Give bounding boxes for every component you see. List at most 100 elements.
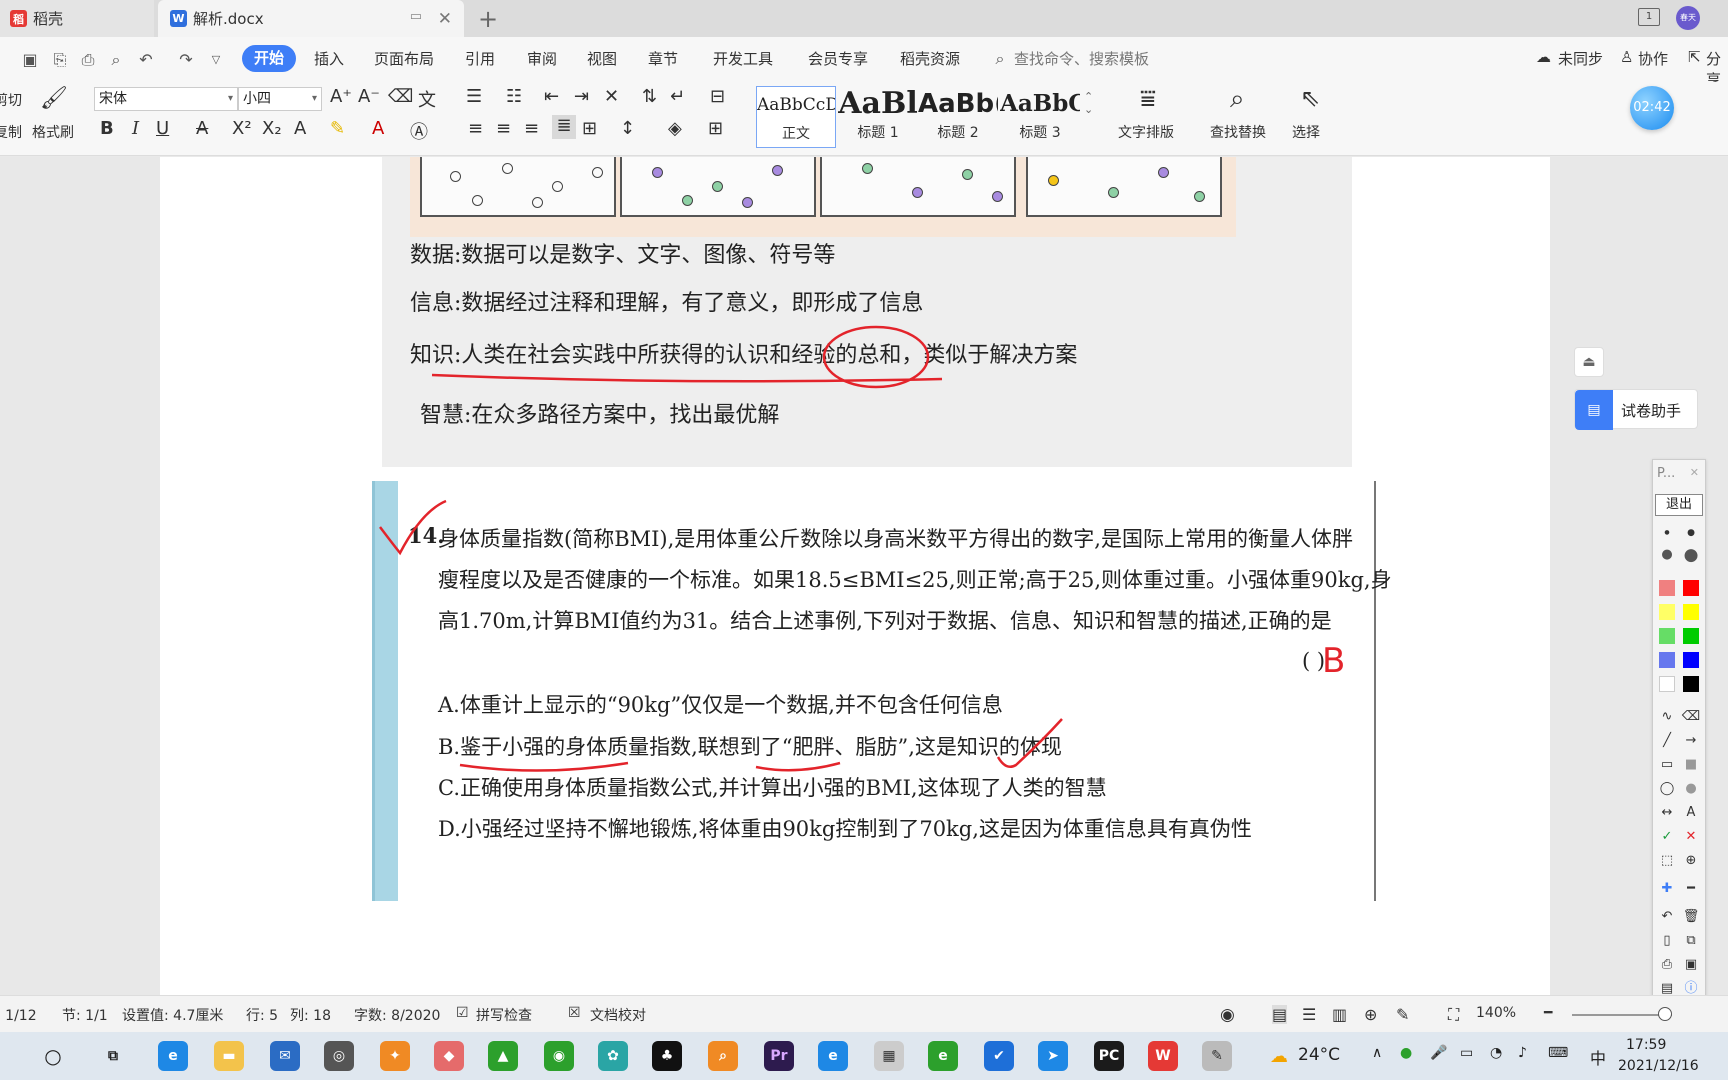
format-painter-label[interactable]: 格式刷 (32, 122, 74, 142)
web-view-icon[interactable]: ⊕ (1364, 1005, 1377, 1024)
menu-page-layout[interactable]: 页面布局 (374, 48, 434, 69)
undo-icon[interactable]: ↶ (1657, 908, 1677, 926)
filled-rectangle-icon[interactable]: ■ (1681, 756, 1701, 774)
style-heading-2[interactable]: AaBb( 标题 2 (918, 86, 998, 148)
print-preview-icon[interactable]: ⌕ (106, 50, 126, 70)
show-marks-icon[interactable]: ↵ (670, 86, 685, 107)
word-count[interactable]: 字数: 8/2020 (354, 1005, 440, 1025)
volume-icon[interactable]: ♪ (1518, 1045, 1527, 1061)
spellcheck-button[interactable]: 拼写检查 (476, 1005, 532, 1025)
find-replace-icon[interactable]: ⌕ (1230, 84, 1245, 115)
font-size-select[interactable]: 小四 ▾ (238, 87, 322, 111)
grow-font-icon[interactable]: A⁺ (330, 86, 352, 107)
color-swatch[interactable] (1659, 676, 1675, 692)
wps-icon[interactable]: W (1148, 1041, 1178, 1071)
clock-date[interactable]: 2021/12/16 (1618, 1058, 1699, 1074)
save-icon[interactable]: ▣ (1681, 956, 1701, 974)
menu-chapter[interactable]: 章节 (648, 48, 678, 69)
text-layout-icon[interactable]: ⩸ (1140, 84, 1156, 115)
fit-page-icon[interactable]: ⛶ (1448, 1005, 1459, 1025)
italic-icon[interactable]: I (132, 118, 139, 139)
new-page-icon[interactable]: ▯ (1657, 932, 1677, 950)
battery-icon[interactable]: ▭ (1460, 1045, 1473, 1061)
color-swatch[interactable] (1659, 652, 1675, 668)
ie-icon[interactable]: e (818, 1041, 848, 1071)
shrink-font-icon[interactable]: A⁻ (358, 86, 380, 107)
text-tool-icon[interactable]: A (1681, 804, 1701, 822)
double-arrow-icon[interactable]: ↔ (1657, 804, 1677, 822)
print-icon[interactable]: ⎙ (1657, 956, 1677, 974)
subscript-icon[interactable]: X₂ (262, 118, 282, 139)
zoom-level[interactable]: 140% (1476, 1005, 1516, 1021)
table-tools-icon[interactable]: ⊟ (710, 86, 725, 107)
check-mark-icon[interactable]: ✓ (1657, 828, 1677, 846)
sort-icon[interactable]: ⇅ (642, 86, 657, 107)
style-heading-1[interactable]: AaBl 标题 1 (838, 86, 918, 148)
menu-member[interactable]: 会员专享 (808, 48, 868, 69)
add-page-icon[interactable]: ✚ (1657, 880, 1677, 898)
underline-icon[interactable]: U (156, 118, 169, 139)
ime-indicator[interactable]: 中 (1590, 1045, 1606, 1069)
mail-icon[interactable]: ✉ (270, 1041, 300, 1071)
float-window-icon[interactable]: ▭ (410, 9, 422, 24)
proofread-button[interactable]: 文档校对 (590, 1005, 646, 1025)
color-swatch[interactable] (1683, 652, 1699, 668)
tray-expand-icon[interactable]: ∧ (1372, 1045, 1382, 1061)
collapse-icon[interactable]: ⏏ (1574, 347, 1604, 377)
collab-button[interactable]: 协作 (1638, 48, 1668, 69)
window-layout-icon[interactable]: 1 (1638, 8, 1660, 26)
phonetic-guide-icon[interactable]: 文 (418, 86, 436, 112)
line-spacing-icon[interactable]: ↕ (620, 118, 635, 139)
timer-badge[interactable]: 02:42 (1630, 86, 1674, 130)
strikethrough-icon[interactable]: A (196, 118, 208, 139)
text-layout-button[interactable]: 文字排版 (1118, 122, 1174, 142)
quick-access-dropdown-icon[interactable]: ▽ (206, 50, 226, 70)
wifi-icon[interactable]: ◔ (1490, 1045, 1502, 1061)
file-explorer-icon[interactable]: ▬ (214, 1041, 244, 1071)
filled-ellipse-icon[interactable]: ● (1681, 780, 1701, 798)
app-icon[interactable]: ✦ (380, 1041, 410, 1071)
clear-format-icon[interactable]: ⌫ (388, 86, 413, 107)
close-icon[interactable]: ✕ (1690, 466, 1699, 479)
numbered-list-icon[interactable]: ☷ (506, 86, 522, 107)
page-view-icon[interactable]: ▤ (1272, 1005, 1288, 1024)
print-icon[interactable]: ⎙ (78, 50, 98, 70)
weather-temp[interactable]: 24°C (1298, 1045, 1340, 1065)
paint-icon[interactable]: ✎ (1202, 1041, 1232, 1071)
app-icon[interactable]: ◆ (434, 1041, 464, 1071)
zoom-out-icon[interactable]: ━ (1544, 1005, 1552, 1021)
zoom-in-icon[interactable]: ⊕ (1681, 852, 1701, 870)
save-icon[interactable]: ▣ (20, 50, 40, 70)
close-icon[interactable]: ✕ (438, 9, 452, 29)
tray-app-icon[interactable]: ● (1400, 1045, 1412, 1061)
eye-protection-icon[interactable]: ◉ (1220, 1005, 1235, 1025)
redo-icon[interactable]: ↷ (176, 50, 196, 70)
align-left-icon[interactable]: ≡ (468, 118, 483, 139)
menu-view[interactable]: 视图 (587, 48, 617, 69)
pycharm-icon[interactable]: PC (1094, 1041, 1124, 1071)
qq-icon[interactable]: ♣ (652, 1041, 682, 1071)
color-swatch[interactable] (1659, 628, 1675, 644)
color-swatch[interactable] (1683, 676, 1699, 692)
superscript-icon[interactable]: X² (232, 118, 252, 139)
outline-view-icon[interactable]: ☰ (1302, 1005, 1316, 1024)
align-center-icon[interactable]: ≡ (496, 118, 511, 139)
highlight-icon[interactable]: ✎ (330, 118, 345, 139)
copy-button[interactable]: 复制 (0, 122, 22, 142)
bullet-list-icon[interactable]: ☰ (466, 86, 482, 107)
shading-icon[interactable]: ◈ (668, 118, 682, 139)
wechat-icon[interactable]: ◉ (544, 1041, 574, 1071)
menu-review[interactable]: 审阅 (527, 48, 557, 69)
clock-time[interactable]: 17:59 (1626, 1037, 1666, 1053)
sync-status[interactable]: 未同步 (1558, 48, 1603, 69)
chinese-layout-icon[interactable]: ✕ (604, 86, 619, 107)
char-border-icon[interactable]: Ⓐ (410, 118, 428, 144)
arrow-tool-icon[interactable]: → (1681, 732, 1701, 750)
style-heading-3[interactable]: AaBbC 标题 3 (1000, 86, 1080, 148)
microphone-icon[interactable]: 🎤 (1430, 1045, 1447, 1061)
edge-icon[interactable]: e (158, 1041, 188, 1071)
add-tab-button[interactable]: + (478, 5, 498, 33)
eraser-icon[interactable]: ⌫ (1681, 708, 1701, 726)
premiere-icon[interactable]: Pr (764, 1041, 794, 1071)
pen-size-xs-icon[interactable]: ● (1657, 524, 1677, 542)
